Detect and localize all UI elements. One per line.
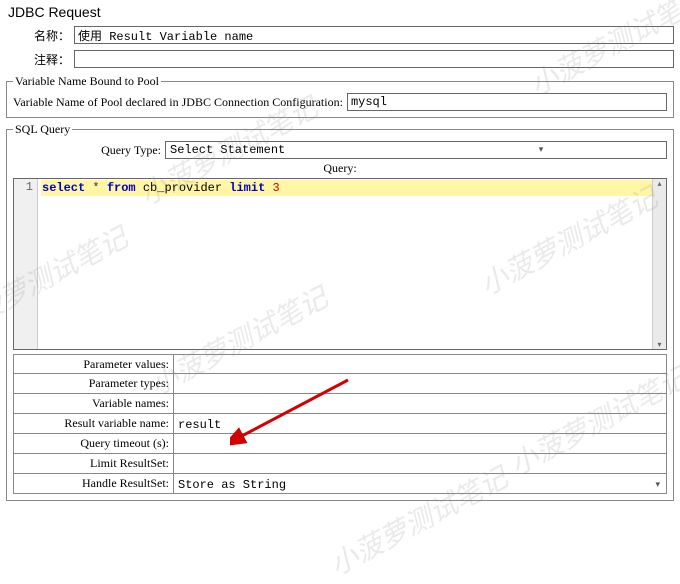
limit-resultset-input[interactable] — [178, 458, 662, 472]
query-type-combo[interactable]: Select Statement ▾ — [165, 141, 667, 159]
kw-select: select — [42, 181, 85, 195]
kw-num: 3 — [272, 181, 279, 195]
chevron-down-icon: ▾ — [416, 145, 666, 155]
chevron-down-icon: ▾ — [655, 480, 662, 490]
handle-resultset-combo[interactable]: Store as String ▾ — [174, 474, 666, 493]
line-number: 1 — [14, 180, 33, 194]
sql-query-group: SQL Query Query Type: Select Statement ▾… — [6, 122, 674, 501]
handle-resultset-value: Store as String — [178, 478, 286, 492]
query-type-value: Select Statement — [166, 143, 416, 157]
var-names-input[interactable] — [178, 398, 662, 412]
pool-group: Variable Name Bound to Pool Variable Nam… — [6, 74, 674, 118]
code-area[interactable]: select * from cb_provider limit 3 — [38, 179, 666, 349]
pool-var-input[interactable] — [347, 93, 667, 111]
comment-input[interactable] — [74, 50, 674, 68]
editor-scrollbar[interactable]: ▴ ▾ — [652, 179, 666, 349]
kw-table: cb_provider — [143, 181, 222, 195]
scroll-down-icon: ▾ — [653, 340, 666, 349]
name-label: 名称： — [6, 27, 74, 44]
query-editor-label: Query: — [13, 161, 667, 176]
scroll-up-icon: ▴ — [653, 179, 666, 188]
query-timeout-input[interactable] — [178, 438, 662, 452]
var-names-label: Variable names: — [14, 394, 174, 413]
pool-var-label: Variable Name of Pool declared in JDBC C… — [13, 95, 347, 110]
param-types-label: Parameter types: — [14, 374, 174, 393]
param-types-input[interactable] — [178, 378, 662, 392]
sql-editor[interactable]: 1 select * from cb_provider limit 3 ▴ ▾ — [13, 178, 667, 350]
sql-line: select * from cb_provider limit 3 — [41, 180, 663, 196]
editor-gutter: 1 — [14, 179, 38, 349]
kw-limit: limit — [229, 181, 265, 195]
query-timeout-label: Query timeout (s): — [14, 434, 174, 453]
kw-from: from — [107, 181, 136, 195]
name-input[interactable] — [74, 26, 674, 44]
limit-resultset-label: Limit ResultSet: — [14, 454, 174, 473]
param-values-label: Parameter values: — [14, 355, 174, 373]
param-values-input[interactable] — [178, 358, 662, 372]
result-var-label: Result variable name: — [14, 414, 174, 433]
sql-legend: SQL Query — [13, 122, 72, 137]
result-var-input[interactable] — [178, 418, 662, 432]
pool-legend: Variable Name Bound to Pool — [13, 74, 161, 89]
page-title: JDBC Request — [6, 4, 674, 20]
kw-star: * — [92, 181, 99, 195]
handle-resultset-label: Handle ResultSet: — [14, 474, 174, 493]
comment-label: 注释： — [6, 51, 74, 68]
query-type-label: Query Type: — [13, 143, 165, 158]
